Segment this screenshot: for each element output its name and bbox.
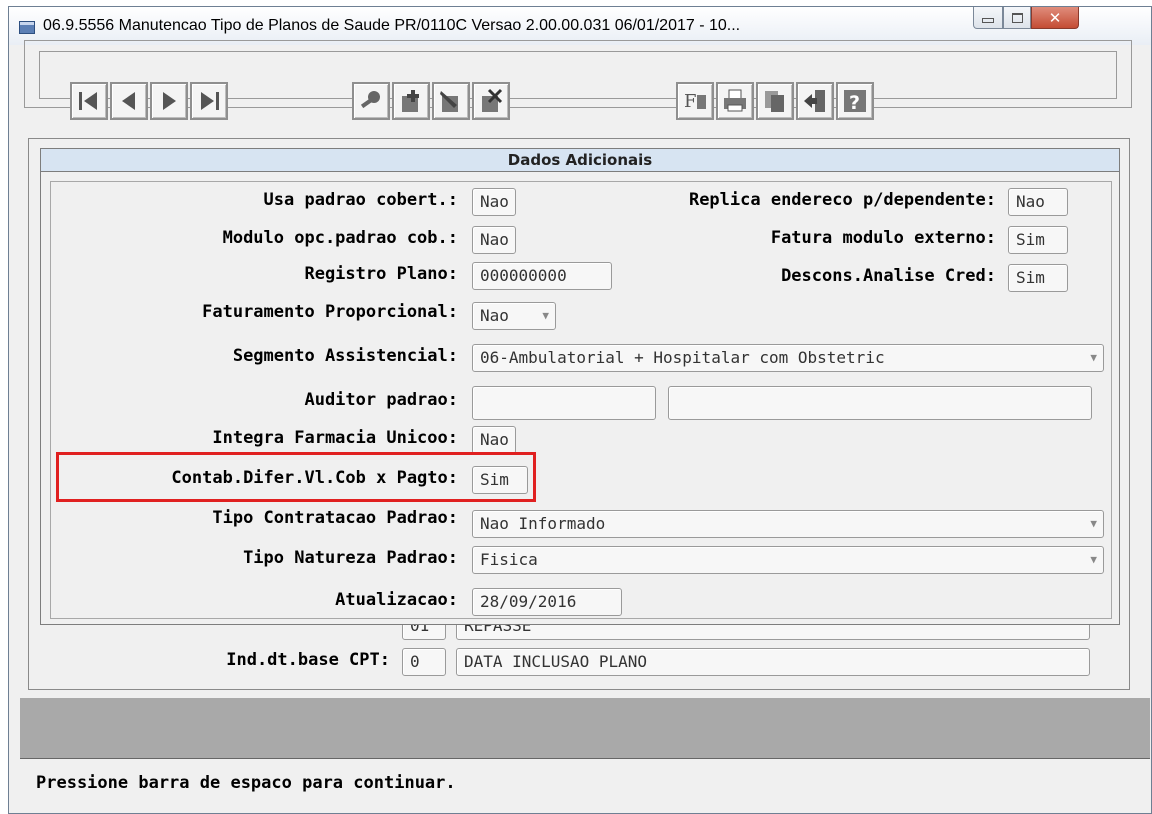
add-button[interactable] bbox=[392, 82, 430, 120]
ind-dt-base-cpt-code-field[interactable]: 0 bbox=[402, 648, 446, 676]
tipo-natureza-value: Fisica bbox=[480, 550, 538, 569]
delete-icon bbox=[482, 88, 503, 112]
svg-text:F: F bbox=[684, 91, 697, 112]
last-icon bbox=[201, 92, 219, 110]
auditor-padrao-label: Auditor padrao: bbox=[304, 390, 458, 410]
atualizacao-field[interactable]: 28/09/2016 bbox=[472, 588, 622, 616]
print-button[interactable] bbox=[716, 82, 754, 120]
replica-endereco-value: Nao bbox=[1016, 192, 1045, 211]
exit-icon bbox=[804, 90, 825, 112]
maximize-icon bbox=[1011, 12, 1023, 23]
modulo-opc-padrao-value: Nao bbox=[480, 230, 509, 249]
atualizacao-value: 28/09/2016 bbox=[480, 592, 577, 611]
status-message: Pressione barra de espaco para continuar… bbox=[36, 773, 456, 793]
close-button[interactable]: ✕ bbox=[1031, 7, 1079, 29]
next-icon bbox=[163, 92, 176, 110]
registro-plano-value: 000000000 bbox=[480, 266, 567, 285]
fatura-modulo-externo-field[interactable]: Sim bbox=[1008, 226, 1068, 254]
segmento-assistencial-label: Segmento Assistencial: bbox=[232, 346, 458, 366]
edit-icon bbox=[440, 91, 458, 112]
ind-dt-base-cpt-code: 0 bbox=[410, 652, 420, 671]
app-icon bbox=[19, 21, 35, 34]
tipo-contratacao-value: Nao Informado bbox=[480, 514, 606, 533]
minimize-icon bbox=[982, 18, 994, 23]
ind-dt-base-cpt-label: Ind.dt.base CPT: bbox=[226, 650, 390, 670]
auditor-padrao-name-field[interactable] bbox=[668, 386, 1092, 420]
registro-plano-label: Registro Plano: bbox=[304, 264, 458, 284]
highlight-box bbox=[56, 452, 536, 502]
filter-icon: F bbox=[684, 91, 706, 112]
help-icon: ? bbox=[844, 90, 866, 114]
chevron-down-icon: ▼ bbox=[542, 309, 549, 322]
fatura-modulo-externo-value: Sim bbox=[1016, 230, 1045, 249]
edit-button[interactable] bbox=[432, 82, 470, 120]
modulo-opc-padrao-field[interactable]: Nao bbox=[472, 226, 516, 254]
print-icon bbox=[724, 89, 746, 112]
previous-record-button[interactable] bbox=[110, 82, 148, 120]
tipo-natureza-select[interactable]: Fisica ▼ bbox=[472, 546, 1104, 574]
last-record-button[interactable] bbox=[190, 82, 228, 120]
next-record-button[interactable] bbox=[150, 82, 188, 120]
status-bar: Pressione barra de espaco para continuar… bbox=[20, 758, 1150, 805]
ind-dt-base-cpt-description: DATA INCLUSAO PLANO bbox=[464, 652, 648, 671]
tipo-contratacao-select[interactable]: Nao Informado ▼ bbox=[472, 510, 1104, 538]
filter-button[interactable]: F bbox=[676, 82, 714, 120]
window-title: 06.9.5556 Manutencao Tipo de Planos de S… bbox=[43, 17, 741, 34]
faturamento-proporcional-select[interactable]: Nao ▼ bbox=[472, 302, 556, 330]
descons-analise-field[interactable]: Sim bbox=[1008, 264, 1068, 292]
copy-icon bbox=[765, 91, 784, 112]
chevron-down-icon: ▼ bbox=[1090, 351, 1097, 364]
usa-padrao-cobert-value: Nao bbox=[480, 192, 509, 211]
replica-endereco-field[interactable]: Nao bbox=[1008, 188, 1068, 216]
key-icon bbox=[360, 91, 380, 109]
tipo-natureza-label: Tipo Natureza Padrao: bbox=[243, 548, 458, 568]
dialog-title: Dados Adicionais bbox=[41, 149, 1119, 172]
ind-dt-base-cpt-description-field[interactable]: DATA INCLUSAO PLANO bbox=[456, 648, 1090, 676]
faturamento-proporcional-value: Nao bbox=[480, 306, 509, 325]
copy-button[interactable] bbox=[756, 82, 794, 120]
chevron-down-icon: ▼ bbox=[1090, 517, 1097, 530]
previous-icon bbox=[122, 92, 135, 110]
svg-text:?: ? bbox=[849, 92, 860, 114]
tipo-contratacao-label: Tipo Contratacao Padrao: bbox=[212, 508, 458, 528]
descons-analise-value: Sim bbox=[1016, 268, 1045, 287]
first-icon bbox=[79, 92, 97, 110]
auditor-padrao-code-field[interactable] bbox=[472, 386, 656, 420]
close-icon: ✕ bbox=[1048, 8, 1062, 27]
goto-button[interactable] bbox=[352, 82, 390, 120]
faturamento-proporcional-label: Faturamento Proporcional: bbox=[202, 302, 458, 322]
exit-button[interactable] bbox=[796, 82, 834, 120]
segmento-assistencial-select[interactable]: 06-Ambulatorial + Hospitalar com Obstetr… bbox=[472, 344, 1104, 372]
usa-padrao-cobert-field[interactable]: Nao bbox=[472, 188, 516, 216]
first-record-button[interactable] bbox=[70, 82, 108, 120]
integra-farmacia-value: Nao bbox=[480, 430, 509, 449]
minimize-button[interactable] bbox=[973, 7, 1003, 29]
add-icon bbox=[402, 90, 419, 112]
integra-farmacia-label: Integra Farmacia Unicoo: bbox=[212, 428, 458, 448]
fatura-modulo-externo-label: Fatura modulo externo: bbox=[770, 228, 996, 248]
maximize-button[interactable] bbox=[1003, 7, 1031, 29]
replica-endereco-label: Replica endereco p/dependente: bbox=[688, 190, 996, 210]
descons-analise-label: Descons.Analise Cred: bbox=[781, 266, 996, 286]
message-band bbox=[20, 698, 1150, 758]
usa-padrao-cobert-label: Usa padrao cobert.: bbox=[263, 190, 458, 210]
atualizacao-label: Atualizacao: bbox=[335, 590, 458, 610]
modulo-opc-padrao-label: Modulo opc.padrao cob.: bbox=[222, 228, 458, 248]
integra-farmacia-field[interactable]: Nao bbox=[472, 426, 516, 454]
segmento-assistencial-value: 06-Ambulatorial + Hospitalar com Obstetr… bbox=[480, 348, 885, 367]
chevron-down-icon: ▼ bbox=[1090, 553, 1097, 566]
help-button[interactable]: ? bbox=[836, 82, 874, 120]
delete-button[interactable] bbox=[472, 82, 510, 120]
